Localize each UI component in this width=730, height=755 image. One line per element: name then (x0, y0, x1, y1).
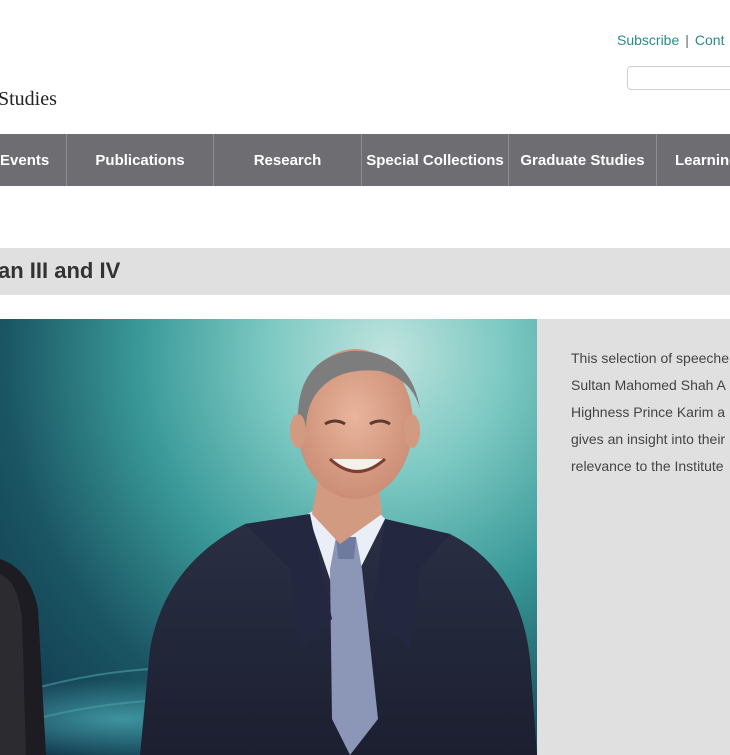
page-title: an III and IV (0, 258, 121, 283)
description-line: relevance to the Institute (571, 458, 724, 474)
site-name[interactable]: Studies (0, 88, 57, 111)
main-nav: Events Publications Research Special Col… (0, 134, 730, 186)
top-links: Subscribe | Cont (617, 32, 724, 48)
description-text: This selection of speeche Sultan Mahomed… (571, 345, 730, 480)
nav-item-graduate-studies[interactable]: Graduate Studies (509, 134, 657, 186)
nav-item-research[interactable]: Research (214, 134, 362, 186)
title-band: an III and IV (0, 248, 730, 295)
description-line: Sultan Mahomed Shah A (571, 377, 726, 393)
nav-item-publications[interactable]: Publications (67, 134, 214, 186)
nav-item-special-collections[interactable]: Special Collections (362, 134, 509, 186)
search-input[interactable] (627, 66, 730, 90)
contact-link[interactable]: Cont (695, 32, 725, 48)
nav-item-learning[interactable]: Learning (657, 134, 730, 186)
description-line: Highness Prince Karim a (571, 404, 726, 420)
description-line: This selection of speeche (571, 350, 729, 366)
hero-image (0, 319, 537, 755)
description-line: gives an insight into their (571, 431, 726, 447)
link-separator: | (685, 32, 689, 48)
portrait-illustration (0, 349, 537, 755)
subscribe-link[interactable]: Subscribe (617, 32, 679, 48)
nav-item-events[interactable]: Events (0, 134, 67, 186)
description-panel: This selection of speeche Sultan Mahomed… (537, 319, 730, 755)
